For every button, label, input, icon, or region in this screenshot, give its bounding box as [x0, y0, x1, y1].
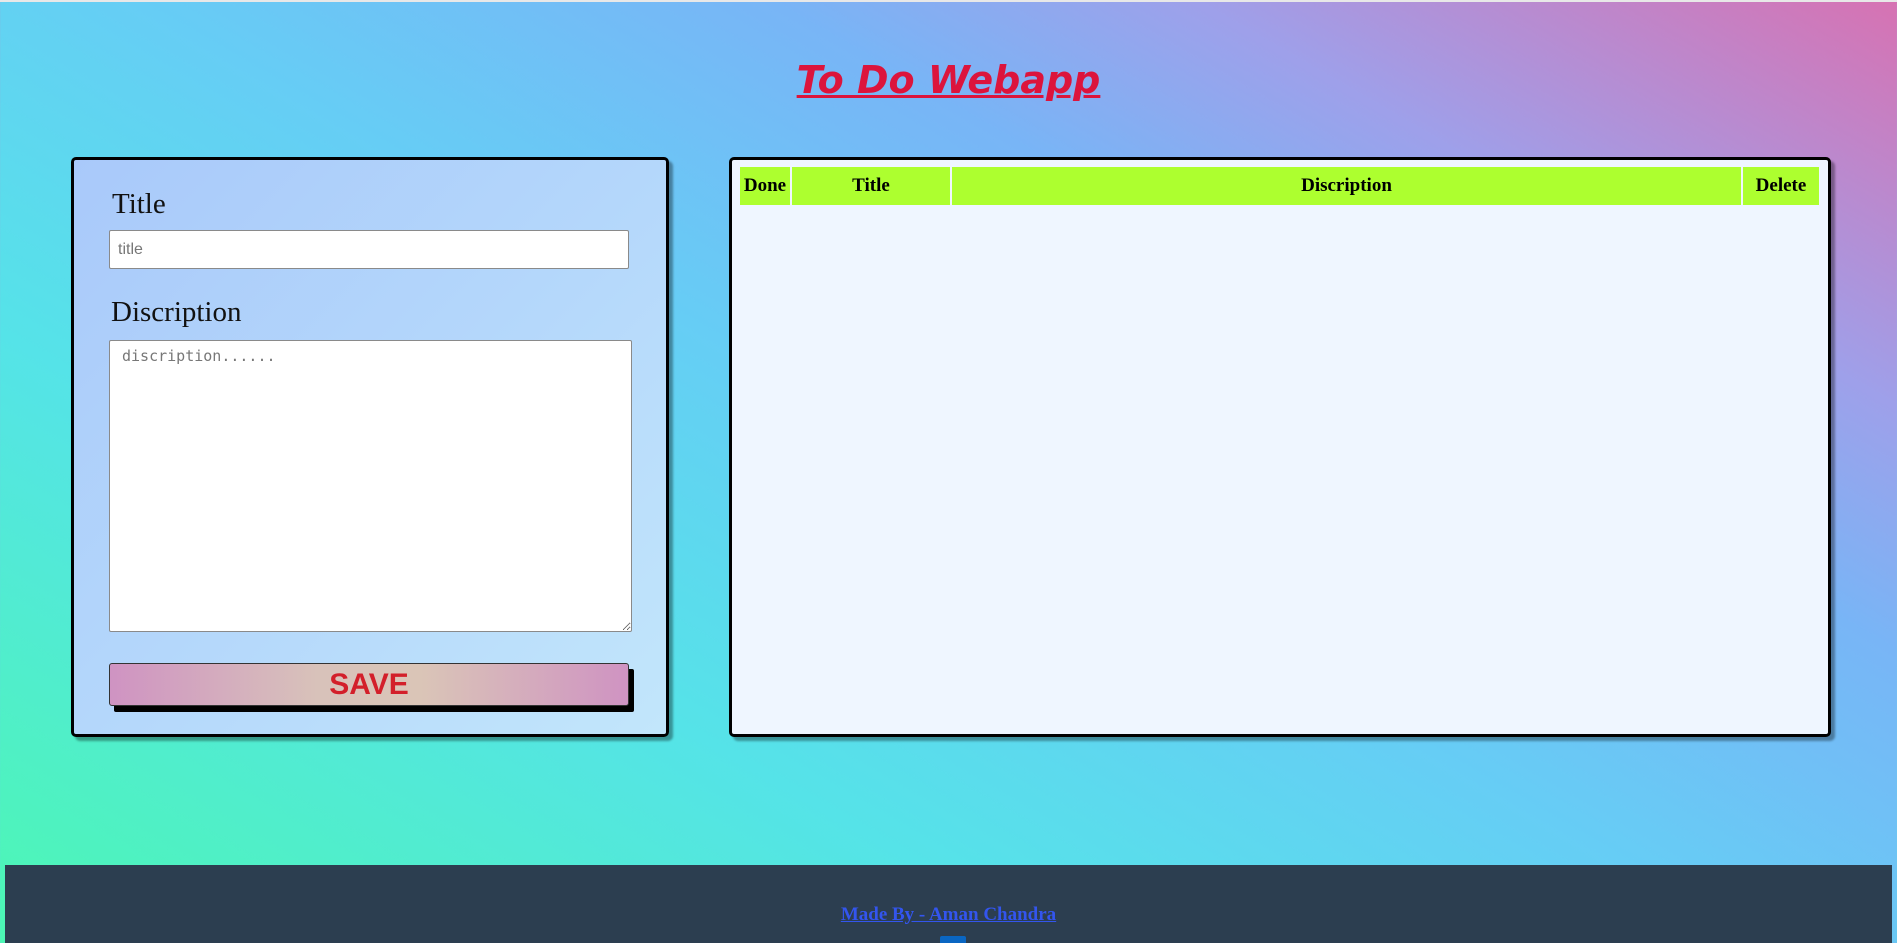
- todo-form-panel: Title Discription SAVE: [71, 157, 669, 737]
- column-header-delete: Delete: [1743, 167, 1819, 205]
- description-label: Discription: [111, 296, 242, 328]
- todo-table: Done Title Discription Delete: [738, 165, 1821, 207]
- column-header-title: Title: [792, 167, 950, 205]
- title-label: Title: [112, 188, 166, 220]
- column-header-description: Discription: [952, 167, 1741, 205]
- table-header-row: Done Title Discription Delete: [740, 167, 1819, 205]
- save-button[interactable]: SAVE: [109, 663, 629, 706]
- footer: Made By - Aman Chandra: [5, 865, 1892, 943]
- linkedin-icon[interactable]: [940, 936, 966, 943]
- description-textarea[interactable]: [109, 340, 632, 632]
- column-header-done: Done: [740, 167, 790, 205]
- author-credit-link[interactable]: Made By - Aman Chandra: [5, 904, 1892, 926]
- todo-list-panel: Done Title Discription Delete: [729, 157, 1831, 737]
- page-title: To Do Webapp: [796, 58, 1101, 102]
- title-input[interactable]: [109, 230, 629, 269]
- page-top-border: [0, 0, 1897, 2]
